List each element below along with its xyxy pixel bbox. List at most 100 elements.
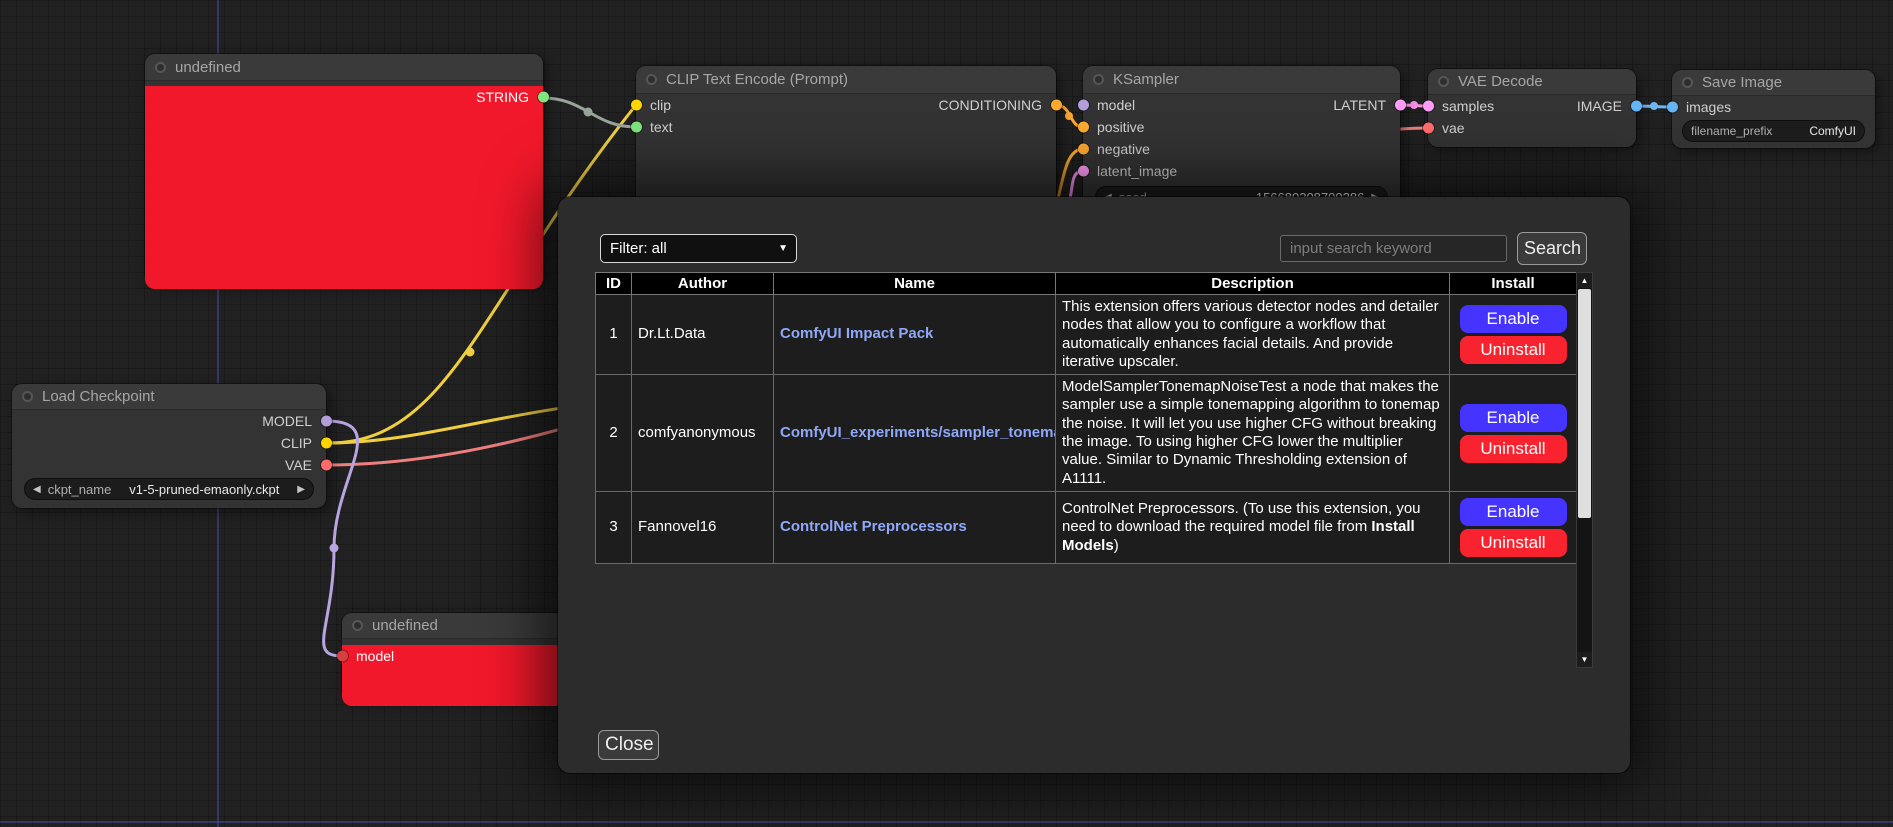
widget-value: ComfyUI xyxy=(1809,124,1856,138)
slot-row: model LATENT xyxy=(1083,94,1400,116)
cell-description: ModelSamplerTonemapNoiseTest a node that… xyxy=(1056,375,1450,492)
cell-install: Enable Uninstall xyxy=(1450,375,1577,492)
output-slot-conditioning[interactable] xyxy=(1051,100,1062,111)
cell-install: Enable Uninstall xyxy=(1450,491,1577,563)
custom-nodes-manager-dialog: Filter: all ▼ Search ID Author Name Desc… xyxy=(558,197,1630,773)
enable-button[interactable]: Enable xyxy=(1460,498,1567,526)
scroll-down-button[interactable]: ▼ xyxy=(1577,652,1592,667)
node-body: MODEL CLIP VAE ◀ ckpt_name v1-5-pruned-e… xyxy=(12,410,326,500)
scroll-up-button[interactable]: ▲ xyxy=(1577,273,1592,288)
filename-prefix-widget[interactable]: filename_prefix ComfyUI xyxy=(1682,120,1865,142)
input-slot-images[interactable] xyxy=(1667,102,1678,113)
extension-name-link[interactable]: ControlNet Preprocessors xyxy=(780,518,967,535)
node-titlebar[interactable]: undefined xyxy=(145,54,543,81)
input-slot-model[interactable] xyxy=(1078,100,1089,111)
input-slot-positive[interactable] xyxy=(1078,122,1089,133)
node-titlebar[interactable]: Load Checkpoint xyxy=(12,384,326,410)
cell-id: 1 xyxy=(596,295,632,375)
node-status-icon[interactable] xyxy=(1093,74,1104,85)
cell-author: Fannovel16 xyxy=(632,491,774,563)
prev-option-arrow-icon[interactable]: ◀ xyxy=(33,484,41,495)
input-slot-label: text xyxy=(650,119,673,135)
filter-select[interactable]: Filter: all xyxy=(600,234,797,263)
description-text: ) xyxy=(1114,537,1119,554)
column-header-id: ID xyxy=(596,273,632,295)
extension-name-link[interactable]: ComfyUI_experiments/sampler_tonemap xyxy=(780,424,1056,441)
scroll-down-icon: ▼ xyxy=(1581,655,1589,664)
output-slot-model[interactable] xyxy=(321,416,332,427)
input-slot-label: images xyxy=(1686,99,1731,115)
node-status-icon[interactable] xyxy=(155,62,166,73)
enable-button[interactable]: Enable xyxy=(1460,305,1567,333)
cell-description: This extension offers various detector n… xyxy=(1056,295,1450,375)
enable-button[interactable]: Enable xyxy=(1460,404,1567,432)
column-header-description: Description xyxy=(1056,273,1450,295)
cell-author: Dr.Lt.Data xyxy=(632,295,774,375)
input-slot-label: samples xyxy=(1442,98,1494,114)
input-slot-text[interactable] xyxy=(631,122,642,133)
next-option-arrow-icon[interactable]: ▶ xyxy=(297,484,305,495)
wire-midpoint-dot xyxy=(466,348,475,357)
scrollbar-thumb[interactable] xyxy=(1578,289,1591,518)
extensions-table: ID Author Name Description Install 1 Dr.… xyxy=(595,272,1577,564)
input-slot-model[interactable] xyxy=(337,651,348,662)
filter-select-wrap: Filter: all ▼ xyxy=(600,234,797,263)
extension-name-link[interactable]: ComfyUI Impact Pack xyxy=(780,325,933,342)
node-status-icon[interactable] xyxy=(646,74,657,85)
slot-row: samples IMAGE xyxy=(1428,95,1636,117)
output-slot-vae[interactable] xyxy=(321,460,332,471)
node-title: Load Checkpoint xyxy=(42,388,155,405)
input-slot-negative[interactable] xyxy=(1078,144,1089,155)
cell-author: comfyanonymous xyxy=(632,375,774,492)
input-slot-label: vae xyxy=(1442,120,1465,136)
input-slot-label: negative xyxy=(1097,141,1150,157)
node-title: KSampler xyxy=(1113,71,1179,88)
slot-row: latent_image xyxy=(1083,160,1400,182)
wire-string-to-text xyxy=(543,98,636,127)
node-load-checkpoint[interactable]: Load Checkpoint MODEL CLIP VAE ◀ ckpt_na… xyxy=(12,384,326,508)
widget-label: filename_prefix xyxy=(1691,124,1772,138)
input-slot-vae[interactable] xyxy=(1423,123,1434,134)
wire-midpoint-dot xyxy=(330,544,339,553)
node-status-icon[interactable] xyxy=(1682,77,1693,88)
input-slot-samples[interactable] xyxy=(1423,101,1434,112)
output-slot-clip[interactable] xyxy=(321,438,332,449)
output-slot-label: CLIP xyxy=(281,435,312,451)
node-titlebar[interactable]: KSampler xyxy=(1083,66,1400,94)
node-save-image[interactable]: Save Image images filename_prefix ComfyU… xyxy=(1672,70,1875,148)
search-input[interactable] xyxy=(1280,235,1507,262)
column-header-install: Install xyxy=(1450,273,1577,295)
input-slot-clip[interactable] xyxy=(631,100,642,111)
node-titlebar[interactable]: Save Image xyxy=(1672,70,1875,96)
uninstall-button[interactable]: Uninstall xyxy=(1460,529,1567,557)
close-button[interactable]: Close xyxy=(598,730,659,760)
uninstall-button[interactable]: Uninstall xyxy=(1460,336,1567,364)
column-header-author: Author xyxy=(632,273,774,295)
output-slot-latent[interactable] xyxy=(1395,100,1406,111)
slot-row: text xyxy=(636,116,1056,138)
output-slot-image[interactable] xyxy=(1631,101,1642,112)
slot-row: CLIP xyxy=(12,432,326,454)
uninstall-button[interactable]: Uninstall xyxy=(1460,435,1567,463)
node-status-icon[interactable] xyxy=(352,620,363,631)
node-titlebar[interactable]: VAE Decode xyxy=(1428,69,1636,95)
node-title: undefined xyxy=(372,617,438,634)
node-titlebar[interactable]: CLIP Text Encode (Prompt) xyxy=(636,66,1056,94)
table-scrollbar[interactable]: ▲ ▼ xyxy=(1576,272,1593,668)
node-status-icon[interactable] xyxy=(1438,76,1449,87)
table-row: 3 Fannovel16 ControlNet Preprocessors Co… xyxy=(596,491,1577,563)
slot-row: vae xyxy=(1428,117,1636,139)
output-slot-label: IMAGE xyxy=(1577,98,1622,114)
node-status-icon[interactable] xyxy=(22,391,33,402)
input-slot-latent-image[interactable] xyxy=(1078,166,1089,177)
slot-row: STRING xyxy=(145,86,543,108)
search-button[interactable]: Search xyxy=(1517,232,1587,265)
table-row: 2 comfyanonymous ComfyUI_experiments/sam… xyxy=(596,375,1577,492)
canvas-guide-horizontal xyxy=(0,821,1893,823)
ckpt-name-widget[interactable]: ◀ ckpt_name v1-5-pruned-emaonly.ckpt ▶ xyxy=(24,478,314,500)
node-undefined-string[interactable]: undefined STRING xyxy=(145,54,543,284)
wire-midpoint-dot xyxy=(584,108,593,117)
node-vae-decode[interactable]: VAE Decode samples IMAGE vae xyxy=(1428,69,1636,147)
output-slot-string[interactable] xyxy=(538,92,549,103)
description-text: ControlNet Preprocessors. (To use this e… xyxy=(1062,500,1421,535)
